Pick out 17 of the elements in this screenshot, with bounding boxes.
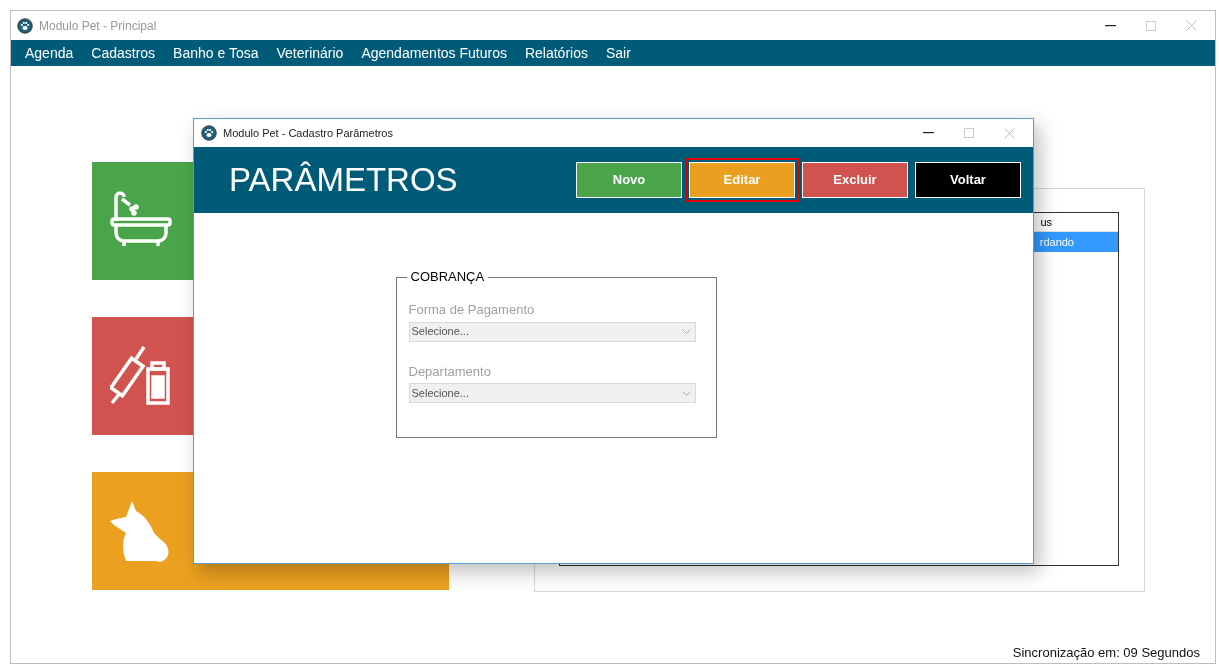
field-label: Forma de Pagamento bbox=[408, 301, 536, 319]
menu-item[interactable]: Relatórios bbox=[515, 40, 597, 66]
sync-status: Sincronização em: 09 Segundos bbox=[1012, 643, 1200, 662]
menu-item[interactable]: Cadastros bbox=[82, 40, 165, 66]
menu-item[interactable]: Veterinário bbox=[267, 40, 353, 66]
menu-item[interactable]: Banho e Tosa bbox=[164, 40, 268, 66]
action-button[interactable]: Excluir bbox=[802, 162, 908, 198]
action-button[interactable]: Voltar bbox=[915, 162, 1021, 198]
column-header: us bbox=[1040, 215, 1052, 230]
field-label: Departamento bbox=[408, 362, 492, 381]
menu-item[interactable]: Sair bbox=[596, 40, 640, 66]
window-title: Modulo Pet - Principal bbox=[39, 17, 157, 35]
menu-item[interactable]: Agenda bbox=[16, 40, 83, 66]
group-title: COBRANÇA bbox=[406, 269, 489, 285]
dialog-title: Modulo Pet - Cadastro Parâmetros bbox=[223, 125, 393, 141]
page-heading: PARÂMETROS bbox=[229, 160, 458, 201]
menu-item[interactable]: Agendamentos Futuros bbox=[352, 40, 516, 66]
